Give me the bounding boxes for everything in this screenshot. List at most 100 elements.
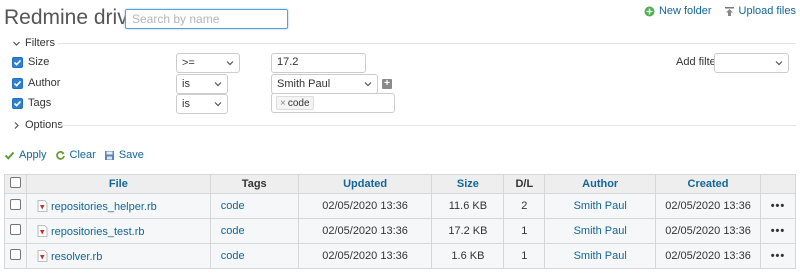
tag-chip: × code <box>276 96 314 110</box>
save-link[interactable]: Save <box>104 149 144 161</box>
save-icon <box>104 150 114 160</box>
updated-cell: 02/05/2020 13:36 <box>297 193 433 219</box>
table-row: repositories_helper.rb code 02/05/2020 1… <box>4 193 797 219</box>
row-checkbox[interactable] <box>9 224 21 235</box>
updated-cell: 02/05/2020 13:36 <box>297 243 433 269</box>
size-operator-value: >= <box>182 57 195 69</box>
file-link[interactable]: resolver.rb <box>51 251 102 263</box>
top-actions: New folder Upload files <box>644 5 796 17</box>
query-actions: Apply Clear Save <box>4 149 144 161</box>
remove-chip-icon[interactable]: × <box>280 98 286 109</box>
ruby-file-icon <box>37 224 48 237</box>
more-actions-icon[interactable]: ••• <box>771 200 786 212</box>
filter-row-tags: Tags <box>12 97 51 109</box>
author-link[interactable]: Smith Paul <box>574 200 627 212</box>
search-input[interactable] <box>125 9 288 29</box>
size-operator-select[interactable]: >= <box>176 53 240 73</box>
add-filter-label: Add filter <box>676 56 720 68</box>
options-legend[interactable]: Options <box>12 119 63 131</box>
size-checkbox[interactable] <box>12 56 23 68</box>
new-folder-label: New folder <box>658 5 712 17</box>
column-header-author[interactable]: Author <box>544 174 657 194</box>
clear-link[interactable]: Clear <box>55 149 96 161</box>
tags-cell: code <box>209 218 299 244</box>
filters-legend[interactable]: Filters <box>12 37 55 49</box>
apply-link[interactable]: Apply <box>4 149 47 161</box>
created-cell: 02/05/2020 13:36 <box>655 218 761 244</box>
tags-value-input[interactable]: × code <box>271 93 395 113</box>
column-header-dl: D/L <box>503 174 546 194</box>
author-value-select[interactable]: Smith Paul <box>271 74 378 94</box>
table-row: repositories_test.rb code 02/05/2020 13:… <box>4 218 797 244</box>
size-value-input[interactable]: 17.2 <box>271 53 366 73</box>
author-checkbox[interactable] <box>12 77 23 89</box>
updated-cell: 02/05/2020 13:36 <box>297 218 433 244</box>
filters-legend-label: Filters <box>25 37 55 49</box>
select-all-checkbox[interactable] <box>9 177 21 188</box>
chevron-down-icon <box>364 82 372 87</box>
author-link[interactable]: Smith Paul <box>574 225 627 237</box>
dl-cell: 2 <box>503 193 546 219</box>
author-link[interactable]: Smith Paul <box>574 250 627 262</box>
chevron-down-icon <box>226 61 234 66</box>
checkmark-icon <box>4 151 15 160</box>
clear-label: Clear <box>69 149 96 161</box>
file-link[interactable]: repositories_test.rb <box>51 226 145 238</box>
ruby-file-icon <box>37 199 48 212</box>
chevron-right-icon <box>14 121 19 129</box>
add-icon <box>644 6 655 16</box>
files-table: File Tags Updated Size D/L Author Create… <box>4 174 797 269</box>
chevron-down-icon <box>775 61 783 66</box>
more-actions-icon[interactable]: ••• <box>771 225 786 237</box>
file-cell: repositories_test.rb <box>25 218 211 244</box>
size-label: Size <box>28 56 50 68</box>
table-header-row: File Tags Updated Size D/L Author Create… <box>4 174 797 194</box>
upload-files-label: Upload files <box>738 5 796 17</box>
apply-label: Apply <box>19 149 47 161</box>
actions-cell: ••• <box>759 218 797 244</box>
tag-chip-label: code <box>287 97 310 109</box>
author-operator-select[interactable]: is <box>176 74 228 94</box>
size-cell: 1.6 KB <box>431 243 505 269</box>
author-cell: Smith Paul <box>544 218 657 244</box>
tags-cell: code <box>209 193 299 219</box>
author-label: Author <box>28 77 61 89</box>
filters-divider <box>58 43 796 44</box>
tag-link[interactable]: code <box>221 200 245 212</box>
tags-label: Tags <box>28 97 52 109</box>
row-select-cell <box>4 243 27 269</box>
actions-cell: ••• <box>759 243 797 269</box>
column-header-updated[interactable]: Updated <box>297 174 433 194</box>
options-divider <box>60 125 796 126</box>
column-header-created[interactable]: Created <box>655 174 761 194</box>
actions-cell: ••• <box>759 193 797 219</box>
dl-cell: 1 <box>503 243 546 269</box>
row-checkbox[interactable] <box>9 249 21 260</box>
add-value-icon[interactable]: + <box>382 79 392 89</box>
file-cell: repositories_helper.rb <box>25 193 211 219</box>
column-header-file[interactable]: File <box>25 174 211 194</box>
new-folder-link[interactable]: New folder <box>644 5 712 17</box>
filter-row-size: Size <box>12 56 49 68</box>
created-cell: 02/05/2020 13:36 <box>655 243 761 269</box>
author-operator-value: is <box>182 78 190 90</box>
more-actions-icon[interactable]: ••• <box>771 250 786 262</box>
row-select-cell <box>4 193 27 219</box>
file-link[interactable]: repositories_helper.rb <box>51 201 157 213</box>
row-checkbox[interactable] <box>9 199 21 210</box>
reload-icon <box>55 150 65 160</box>
author-cell: Smith Paul <box>544 193 657 219</box>
column-header-size[interactable]: Size <box>431 174 505 194</box>
upload-files-link[interactable]: Upload files <box>724 5 796 17</box>
tag-link[interactable]: code <box>221 250 245 262</box>
created-cell: 02/05/2020 13:36 <box>655 193 761 219</box>
add-filter-select[interactable] <box>714 53 789 73</box>
size-cell: 11.6 KB <box>431 193 505 219</box>
chevron-down-icon <box>13 41 20 46</box>
tag-link[interactable]: code <box>221 225 245 237</box>
tags-checkbox[interactable] <box>12 97 23 109</box>
select-all-cell <box>4 174 27 194</box>
tags-operator-select[interactable]: is <box>176 94 228 114</box>
upload-icon <box>724 6 734 16</box>
tags-cell: code <box>209 243 299 269</box>
